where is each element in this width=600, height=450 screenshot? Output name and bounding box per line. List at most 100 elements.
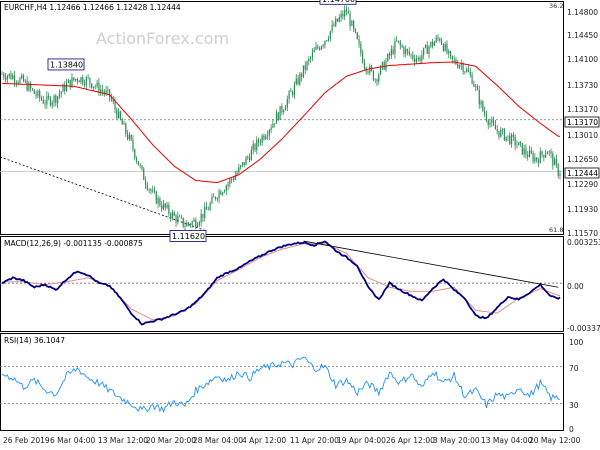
candle-body xyxy=(53,95,55,103)
candle-body xyxy=(85,77,87,86)
candle-body xyxy=(155,191,157,204)
candle-body xyxy=(421,55,423,61)
candle-body xyxy=(8,73,10,77)
candle-body xyxy=(279,105,281,120)
candle-body xyxy=(179,216,181,218)
candle-body xyxy=(274,123,276,124)
candle-body xyxy=(351,21,353,26)
candle-body xyxy=(232,179,235,181)
candle-body xyxy=(394,40,396,54)
candle-body xyxy=(415,59,418,62)
candle-body xyxy=(78,80,80,83)
candle-body xyxy=(414,58,416,62)
price-label-text: 1.14760 xyxy=(322,0,355,4)
candle-body xyxy=(458,65,461,68)
candle-body xyxy=(489,122,491,125)
candle-body xyxy=(180,216,183,218)
candle-body xyxy=(87,77,89,79)
candle-body xyxy=(482,101,484,111)
candle-body xyxy=(428,46,430,54)
candle-body xyxy=(471,74,473,84)
candle-body xyxy=(116,109,118,119)
macd-y-axis: 0.003253 0.00 -0.003373 xyxy=(567,238,600,333)
candle-body xyxy=(532,153,534,162)
candle-body xyxy=(505,136,507,141)
candle-body xyxy=(362,53,364,63)
price-label-text: 1.13840 xyxy=(50,60,83,69)
candle-body xyxy=(241,162,244,166)
candle-body xyxy=(4,77,7,80)
candle-body xyxy=(173,212,175,216)
candle-body xyxy=(444,43,446,51)
candle-body xyxy=(33,89,35,94)
candle-body xyxy=(243,162,245,166)
candle-body xyxy=(493,120,495,125)
candle-body xyxy=(507,135,509,137)
candle-body xyxy=(419,57,421,61)
x-tick: 28 Mar 04:00 xyxy=(193,436,243,445)
candle-body xyxy=(31,88,34,90)
moving-average xyxy=(2,61,560,184)
candle-body xyxy=(218,191,220,199)
candle-body xyxy=(205,206,208,210)
candle-body xyxy=(76,78,78,81)
price-guides xyxy=(0,119,563,231)
candle-body xyxy=(55,95,57,104)
candle-body xyxy=(94,86,96,88)
candle-body xyxy=(19,78,21,83)
candle-body xyxy=(363,62,366,68)
candle-body xyxy=(137,161,139,166)
candle-body xyxy=(6,76,8,80)
candle-body xyxy=(105,90,107,94)
candle-body xyxy=(536,157,538,161)
x-tick: 4 Apr 12:00 xyxy=(242,436,286,445)
candle-body xyxy=(552,153,554,166)
candle-body xyxy=(448,51,450,54)
candle-body xyxy=(405,49,407,54)
candle-body xyxy=(22,75,25,82)
price-tick: 1.14450 xyxy=(567,31,598,40)
candle-body xyxy=(349,13,351,26)
candle-body xyxy=(494,124,497,130)
candle-body xyxy=(426,45,428,54)
candle-body xyxy=(119,111,122,120)
candle-body xyxy=(509,135,511,145)
candle-body xyxy=(281,105,283,113)
candle-body xyxy=(376,79,378,82)
candle-body xyxy=(191,221,193,226)
candle-body xyxy=(467,69,470,72)
candle-body xyxy=(338,17,340,22)
candle-body xyxy=(229,179,231,184)
candle-body xyxy=(37,91,39,96)
candle-body xyxy=(437,37,439,39)
candle-body xyxy=(128,134,130,140)
candle-body xyxy=(546,152,549,155)
support-trendline xyxy=(0,156,206,231)
candle-body xyxy=(13,75,16,83)
candle-body xyxy=(231,179,233,180)
candle-body xyxy=(249,157,251,161)
candle-body xyxy=(457,64,459,68)
candle-body xyxy=(227,183,229,186)
candle-body xyxy=(372,70,375,81)
candle-body xyxy=(96,82,98,87)
candle-body xyxy=(98,82,100,93)
x-axis: 26 Feb 2019 6 Mar 04:00 13 Mar 12:00 20 … xyxy=(3,436,581,445)
candle-body xyxy=(175,215,177,223)
candle-body xyxy=(268,130,270,136)
candle-body xyxy=(491,120,493,123)
candle-body xyxy=(132,139,134,150)
candle-body xyxy=(302,65,305,77)
candle-body xyxy=(114,101,116,110)
candle-body xyxy=(360,43,362,54)
candle-body xyxy=(423,47,425,56)
candle-body xyxy=(48,95,50,98)
candle-body xyxy=(209,203,211,210)
candle-body xyxy=(21,75,23,79)
candle-body xyxy=(417,57,419,60)
candle-body xyxy=(200,213,202,223)
candle-body xyxy=(304,65,306,70)
candle-body xyxy=(263,135,265,139)
candle-body xyxy=(537,160,540,164)
candle-body xyxy=(369,66,371,73)
